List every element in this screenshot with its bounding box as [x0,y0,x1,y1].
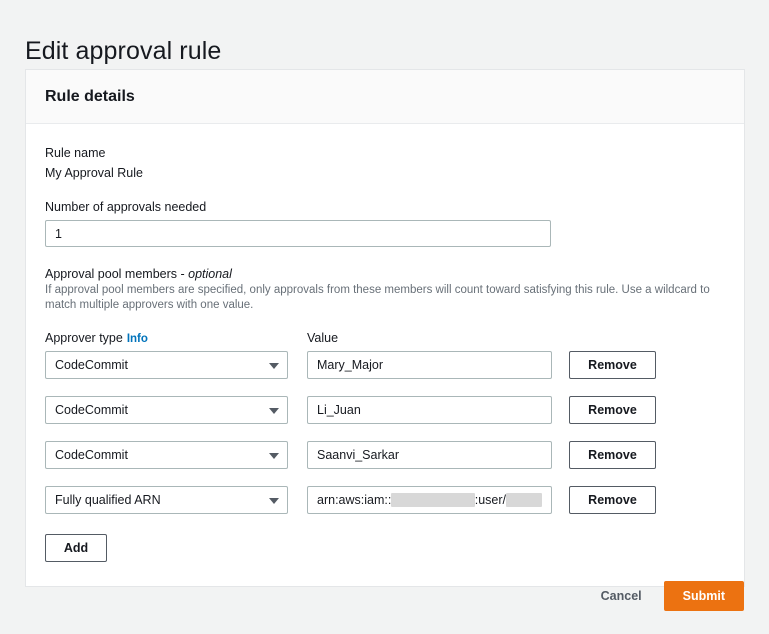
optional-tag: optional [188,267,232,281]
approval-pool-members-label-text: Approval pool members - [45,267,188,281]
approver-type-select[interactable]: CodeCommit [45,351,288,379]
approval-pool-members-description: If approval pool members are specified, … [45,283,723,313]
approver-value-input[interactable] [307,396,552,424]
arn-suffix-text: :user/ [475,493,506,507]
approvals-needed-input[interactable] [45,220,551,247]
approver-type-select-wrap: CodeCommit [45,441,288,469]
card-body: Rule name My Approval Rule Number of app… [26,124,744,586]
submit-button[interactable]: Submit [664,581,744,611]
spacer [45,247,725,267]
rule-name-value: My Approval Rule [45,166,725,180]
page-title: Edit approval rule [25,37,221,66]
table-row: CodeCommit Remove [45,441,725,486]
approval-pool-members-label: Approval pool members - optional [45,267,725,281]
remove-button[interactable]: Remove [569,441,656,469]
rule-name-label: Rule name [45,146,725,160]
column-header-value: Value [307,331,338,345]
table-row: CodeCommit Remove [45,396,725,441]
column-header-approver-type: Approver type Info [45,331,148,345]
info-link[interactable]: Info [127,333,148,345]
column-header-approver-type-text: Approver type [45,331,123,345]
cancel-button[interactable]: Cancel [597,582,646,610]
table-row: CodeCommit Remove [45,351,725,396]
arn-prefix-text: arn:aws:iam:: [317,493,391,507]
form-footer: Cancel Submit [597,581,744,611]
redacted-user-name [506,493,542,507]
remove-button[interactable]: Remove [569,486,656,514]
redacted-account-id [391,493,474,507]
add-button[interactable]: Add [45,534,107,562]
approver-type-select-wrap: CodeCommit [45,351,288,379]
approver-type-select[interactable]: CodeCommit [45,396,288,424]
approver-type-select-wrap: CodeCommit [45,396,288,424]
approver-value-arn-field[interactable]: arn:aws:iam:::user/ [307,486,552,514]
approver-type-select[interactable]: CodeCommit [45,441,288,469]
approvals-needed-label: Number of approvals needed [45,200,725,214]
approver-type-select[interactable]: Fully qualified ARN [45,486,288,514]
column-headers: Approver type Info Value [45,327,725,345]
approver-value-input[interactable] [307,441,552,469]
table-row: Fully qualified ARN arn:aws:iam:::user/ … [45,486,725,531]
approver-value-input[interactable] [307,351,552,379]
approver-type-select-wrap: Fully qualified ARN [45,486,288,514]
card-header-title: Rule details [45,88,135,106]
remove-button[interactable]: Remove [569,396,656,424]
spacer [45,180,725,200]
remove-button[interactable]: Remove [569,351,656,379]
rule-details-card: Rule details Rule name My Approval Rule … [25,69,745,587]
member-rows: CodeCommit Remove CodeCommit Remove Code… [45,351,725,531]
card-header: Rule details [26,70,744,124]
